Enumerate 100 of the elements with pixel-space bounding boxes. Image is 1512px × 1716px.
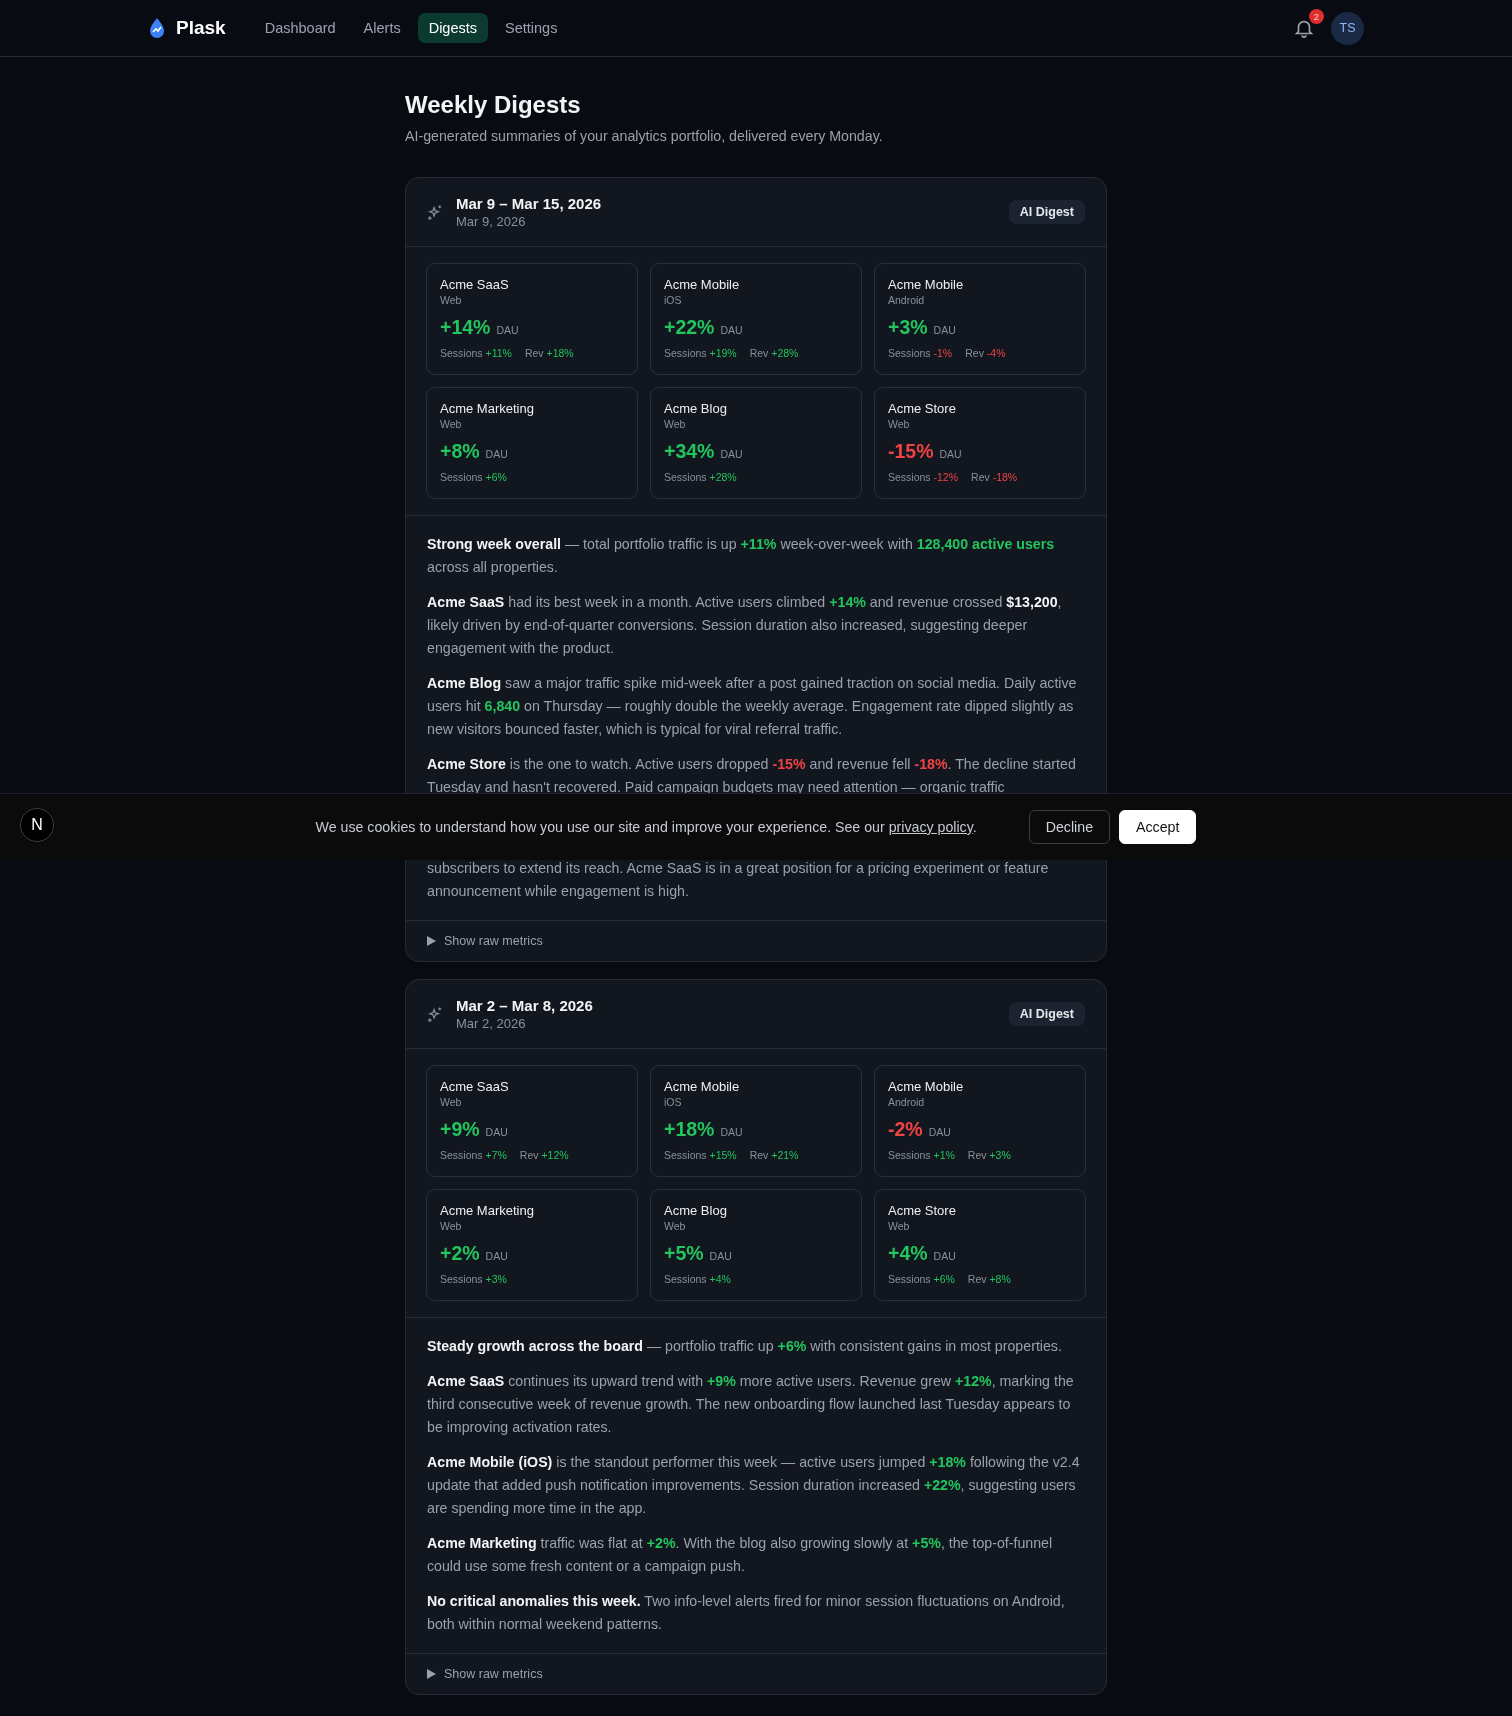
property-name: Acme SaaS (440, 1079, 510, 1094)
platform-label: Web (440, 294, 463, 306)
metric-label: DAU (933, 324, 956, 336)
stat-text: Sessions +1% (888, 1149, 955, 1161)
stat-text: Rev +28% (749, 347, 799, 359)
brand-name: Plask (176, 17, 226, 39)
digest-date: Mar 9, 2026 (456, 214, 527, 229)
metric-label: DAU (933, 1250, 956, 1262)
property-name: Acme Store (888, 1203, 957, 1218)
stat-text: Sessions +28% (664, 471, 737, 483)
platform-label: Android (888, 1096, 926, 1108)
platform-label: Web (440, 1096, 463, 1108)
nav-tab[interactable]: Dashboard (253, 13, 347, 43)
user-avatar[interactable]: TS (1331, 11, 1364, 45)
metric-label: DAU (720, 448, 743, 460)
summary-paragraph: Acme SaaS continues its upward trend with +9% more active users. Revenue grew +12%, marking the third consecutive week of revenue growth. The new onboarding flow launched last Tuesday appears to be improving activation rates. (427, 1372, 1075, 1437)
property-name: Acme Blog (664, 401, 728, 416)
change-value: +22% (664, 316, 715, 339)
dev-badge[interactable]: N (20, 808, 54, 842)
stat-text: Rev +12% (519, 1149, 569, 1161)
sparkles-icon (427, 203, 444, 221)
summary-paragraph: No critical anomalies this week. Two info-level alerts fired for minor session fluctuations on Android, both within normal weekend patterns. (427, 1592, 1066, 1634)
platform-label: Web (664, 418, 687, 430)
stat-text: Sessions +3% (440, 1273, 507, 1285)
change-value: +8% (440, 440, 480, 463)
summary-paragraph: Acme Blog saw a major traffic spike mid-week after a post gained traction on social media. Daily active users hit 6,840 on Thursday — roughly double the weekly average. Engagement rate dipped slightly as new visitors bounced faster, which is typical for viral referral traffic. (427, 674, 1078, 739)
platform-label: Web (664, 1220, 687, 1232)
metric-label: DAU (496, 324, 519, 336)
metric-label: DAU (928, 1126, 951, 1138)
stat-text: Rev +8% (967, 1273, 1011, 1285)
stat-text: Rev +21% (749, 1149, 799, 1161)
page-title: Weekly Digests (405, 91, 582, 119)
stat-text: Rev -18% (971, 471, 1018, 483)
change-value: +3% (888, 316, 928, 339)
property-name: Acme Mobile (888, 1079, 965, 1094)
logo-icon (148, 17, 166, 39)
nav-tab[interactable]: Settings (494, 13, 569, 43)
property-name: Acme Store (888, 401, 957, 416)
nav-tab[interactable]: Digests (417, 13, 489, 43)
digest-date: Mar 2, 2026 (456, 1016, 527, 1031)
stat-text: Sessions +11% (440, 347, 512, 359)
sparkles-icon (427, 1005, 444, 1023)
change-value: -2% (888, 1118, 923, 1141)
stat-text: Rev +18% (524, 347, 574, 359)
metric-label: DAU (720, 1126, 743, 1138)
nav-tab[interactable]: Alerts (352, 13, 412, 43)
change-value: +5% (664, 1242, 704, 1265)
privacy-policy-link[interactable]: privacy policy (888, 819, 973, 835)
property-name: Acme Marketing (440, 1203, 535, 1218)
platform-label: Android (888, 294, 926, 306)
stat-text: Sessions -12% (888, 471, 959, 483)
change-value: +9% (440, 1118, 480, 1141)
metric-label: DAU (939, 448, 962, 460)
change-value: +4% (888, 1242, 928, 1265)
ai-digest-badge: AI Digest (1008, 1002, 1085, 1026)
metric-label: DAU (485, 1126, 508, 1138)
platform-label: Web (888, 418, 911, 430)
change-value: +14% (440, 316, 491, 339)
stat-text: Rev +3% (967, 1149, 1011, 1161)
metric-label: DAU (720, 324, 743, 336)
metric-label: DAU (485, 1250, 508, 1262)
accept-button[interactable]: Accept (1119, 810, 1197, 844)
metric-label: DAU (709, 1250, 732, 1262)
summary-paragraph: Steady growth across the board — portfolio traffic up +6% with consistent gains in most properties. (427, 1337, 1063, 1356)
stat-text: Rev -4% (965, 347, 1006, 359)
digest-title: Mar 9 – Mar 15, 2026 (456, 195, 602, 212)
platform-label: iOS (664, 1096, 683, 1108)
expand-triangle-icon (427, 1669, 436, 1679)
expand-triangle-icon (427, 936, 436, 946)
summary-paragraph: Acme SaaS had its best week in a month. Active users climbed +14% and revenue crossed $13,200, likely driven by end-of-quarter conversions. Session duration also increased, suggesting deeper engagement with the product. (427, 593, 1063, 658)
property-name: Acme Marketing (440, 401, 535, 416)
show-raw-metrics-toggle[interactable]: Show raw metrics (427, 934, 543, 948)
summary-paragraph: subscribers to extend its reach. Acme SaaS is in a great position for a pricing experiment or feature announcement while engagement is high. (427, 859, 1050, 901)
cookie-message: We use cookies to understand how you use our site and improve your experience. See our privacy policy. (315, 819, 977, 835)
summary-paragraph: Acme Marketing traffic was flat at +2%. With the blog also growing slowly at +5%, the top-of-funnel could use some fresh content or a campaign push. (427, 1534, 1054, 1576)
ai-digest-badge: AI Digest (1008, 200, 1085, 224)
property-name: Acme Mobile (664, 1079, 741, 1094)
property-name: Acme Blog (664, 1203, 728, 1218)
stat-text: Sessions -1% (888, 347, 953, 359)
stat-text: Sessions +19% (664, 347, 737, 359)
digest-title: Mar 2 – Mar 8, 2026 (456, 997, 593, 1014)
summary-paragraph: Strong week overall — total portfolio traffic is up +11% week-over-week with 128,400 active users across all properties. (427, 535, 1056, 577)
notification-badge: 2 (1309, 9, 1324, 24)
platform-label: Web (440, 418, 463, 430)
show-raw-metrics-toggle[interactable]: Show raw metrics (427, 1667, 543, 1681)
platform-label: iOS (664, 294, 683, 306)
property-name: Acme SaaS (440, 277, 510, 292)
stat-text: Sessions +4% (664, 1273, 731, 1285)
change-value: -15% (888, 440, 934, 463)
change-value: +34% (664, 440, 715, 463)
decline-button[interactable]: Decline (1028, 810, 1111, 844)
summary-paragraph: Acme Mobile (iOS) is the standout performer this week — active users jumped +18% following the v2.4 update that added push notification improvements. Session duration increased +22%, suggesting users are spending more time in the app. (427, 1453, 1081, 1518)
stat-text: Sessions +7% (440, 1149, 507, 1161)
stat-text: Sessions +6% (888, 1273, 955, 1285)
change-value: +2% (440, 1242, 480, 1265)
metric-label: DAU (485, 448, 508, 460)
page-subtitle: AI-generated summaries of your analytics portfolio, delivered every Monday. (405, 128, 884, 144)
platform-label: Web (888, 1220, 911, 1232)
property-name: Acme Mobile (888, 277, 965, 292)
stat-text: Sessions +6% (440, 471, 507, 483)
